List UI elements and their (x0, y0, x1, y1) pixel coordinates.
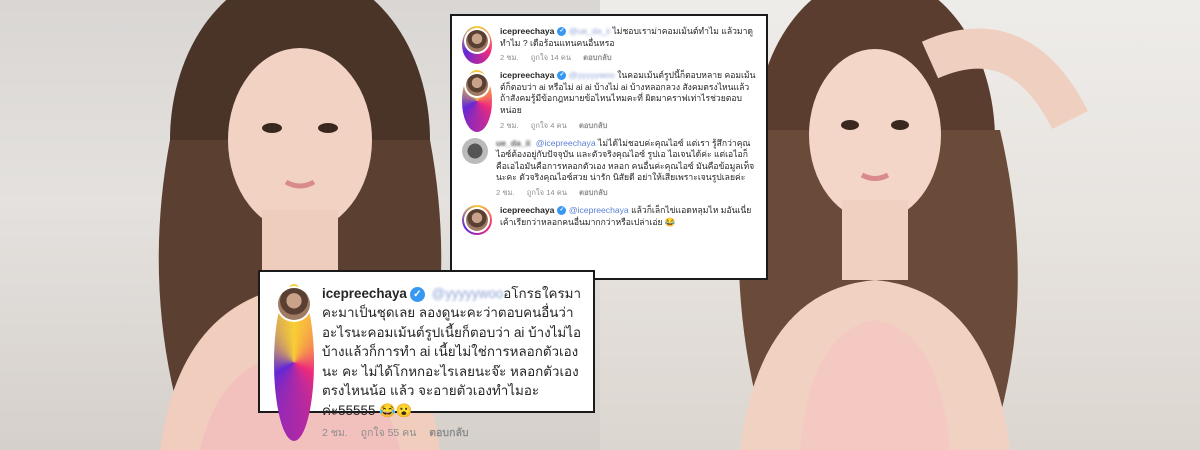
reply-button[interactable]: ตอบกลับ (583, 53, 611, 62)
avatar (466, 208, 488, 231)
comment-username[interactable]: icepreechaya (500, 205, 554, 215)
avatar (466, 30, 488, 52)
comment-likes[interactable]: ถูกใจ 14 คน (531, 53, 571, 62)
comment-text: ue_da_ii @icepreechaya ไม่ได้ไม่ชอบค่ะคุ… (496, 138, 756, 184)
comment-time: 2 ชม. (496, 187, 515, 197)
comment-likes[interactable]: ถูกใจ 55 คน (361, 427, 417, 439)
comment-likes[interactable]: ถูกใจ 14 คน (527, 188, 567, 197)
comment-text: icepreechaya ✓ @ue_da_ii ไม่ชอบเราม่าคอมเ… (500, 26, 756, 49)
comment-mention[interactable]: @yyyyywoo (432, 286, 504, 301)
comment-mention[interactable]: @yyyyywoo (569, 70, 615, 80)
comment-username[interactable]: icepreechaya (322, 286, 407, 301)
avatar-story-ring[interactable] (462, 204, 492, 235)
comment-likes[interactable]: ถูกใจ 4 คน (531, 121, 567, 130)
verified-badge-icon: ✓ (557, 71, 567, 81)
reply-button[interactable]: ตอบกลับ (579, 121, 607, 130)
comment-meta: 2 ชม. ถูกใจ 14 คน ตอบกลับ (500, 52, 756, 64)
comment-text: icepreechaya ✓ @yyyyywoo ในคอมเม้นต์รูปนี… (500, 70, 756, 116)
comment-body: ไม่ได้ไม่ชอบค่ะคุณไอซ์ แต่เรา รู้สึกว่าค… (496, 137, 755, 183)
avatar (278, 288, 310, 320)
comment-mention[interactable]: @ue_da_ii (569, 26, 610, 36)
comment-mention[interactable]: @icepreechaya (536, 138, 596, 148)
comment-meta: 2 ชม. ถูกใจ 14 คน ตอบกลับ (496, 187, 756, 199)
avatar-story-ring[interactable] (462, 70, 492, 132)
avatar-story-ring[interactable] (462, 26, 492, 65)
comment-time: 2 ชม. (500, 53, 519, 63)
comment-item: ue_da_ii @icepreechaya ไม่ได้ไม่ชอบค่ะคุ… (462, 137, 756, 199)
comments-thread-panel: icepreechaya ✓ @ue_da_ii ไม่ชอบเราม่าคอมเ… (450, 14, 768, 280)
comment-username[interactable]: icepreechaya (500, 26, 554, 36)
reply-button[interactable]: ตอบกลับ (429, 427, 468, 439)
avatar (466, 74, 488, 97)
comment-mention[interactable]: @icepreechaya (569, 205, 629, 215)
comment-text: icepreechaya ✓ @yyyyywooอโกรธใครมาคะมาเป็… (322, 284, 581, 420)
reply-button[interactable]: ตอบกลับ (579, 188, 607, 197)
comment-item: icepreechaya ✓ @yyyyywoo ในคอมเม้นต์รูปนี… (462, 70, 756, 132)
highlighted-comment-panel: icepreechaya ✓ @yyyyywooอโกรธใครมาคะมาเป็… (258, 270, 595, 442)
verified-badge-icon: ✓ (409, 286, 425, 302)
comment-username[interactable]: ue_da_ii (496, 138, 530, 148)
comment-time: 2 ชม. (322, 427, 348, 440)
comment-item: icepreechaya ✓ @ue_da_ii ไม่ชอบเราม่าคอมเ… (462, 26, 756, 65)
comment-body: อโกรธใครมาคะมาเป็นชุดเลย ลองดูนะคะว่าตอบ… (322, 286, 581, 418)
comment-text: icepreechaya ✓ @icepreechaya แล้วก็เล็กไข… (500, 205, 756, 228)
avatar-story-ring[interactable] (274, 284, 314, 442)
comment-meta: 2 ชม. ถูกใจ 55 คน ตอบกลับ (322, 424, 581, 441)
avatar[interactable] (462, 137, 488, 164)
comment-meta: 2 ชม. ถูกใจ 4 คน ตอบกลับ (500, 120, 756, 132)
comment-item: icepreechaya ✓ @icepreechaya แล้วก็เล็กไข… (462, 204, 756, 235)
comment-item: icepreechaya ✓ @yyyyywooอโกรธใครมาคะมาเป็… (274, 284, 581, 442)
verified-badge-icon: ✓ (557, 27, 567, 37)
comment-time: 2 ชม. (500, 120, 519, 130)
comment-username[interactable]: icepreechaya (500, 70, 554, 80)
verified-badge-icon: ✓ (557, 206, 567, 216)
